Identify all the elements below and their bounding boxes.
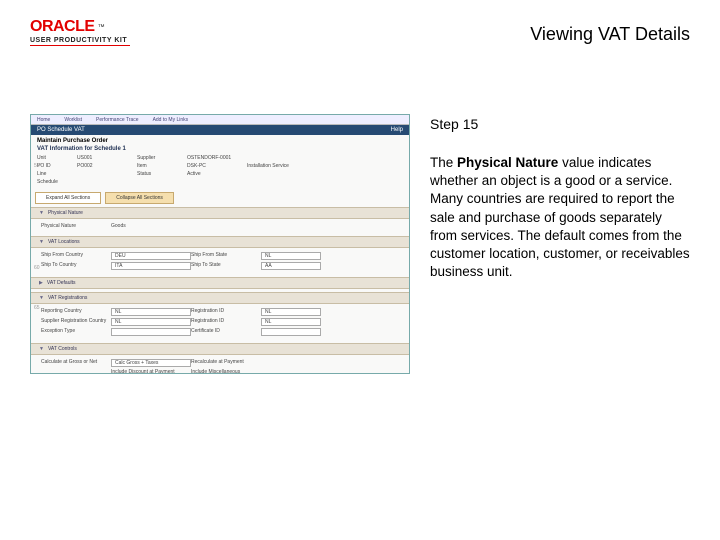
ss-nav-tabs: Home Worklist Performance Trace Add to M… <box>31 115 409 125</box>
ss-heading-block: Maintain Purchase Order VAT Information … <box>31 135 409 152</box>
ss-help-link[interactable]: Help <box>391 127 403 133</box>
shipfrom-country-input[interactable]: DEU <box>111 252 191 260</box>
ss-window-title: PO Schedule VAT Help <box>31 125 409 135</box>
certificate-id-label: Certificate ID <box>191 328 261 336</box>
ss-value-itemdesc: Installation Service <box>247 163 297 169</box>
ss-ruler-mark: 60 <box>34 265 40 271</box>
registration-id-label: Registration ID <box>191 308 261 316</box>
panel-physical-nature-title: Physical Nature <box>48 210 83 216</box>
ss-ruler-mark: 55* <box>34 163 42 169</box>
registration-id2-input[interactable]: NL <box>261 318 321 326</box>
panel-vat-locations-header[interactable]: ▼ VAT Locations <box>31 236 409 248</box>
exception-type-label: Exception Type <box>41 328 111 336</box>
kit-label: USER PRODUCTIVITY KIT <box>30 37 130 44</box>
brand-name: ORACLE <box>30 18 95 36</box>
ss-tab-home[interactable]: Home <box>37 117 50 123</box>
shipto-country-label: Ship To Country <box>41 262 111 270</box>
page-header: ORACLE ™ USER PRODUCTIVITY KIT Viewing V… <box>0 0 720 54</box>
include-discount-checkbox[interactable]: Include Discount at Payment <box>111 369 191 374</box>
ss-field-grid: Unit US001 Supplier OSTENDORF-0001 PO ID… <box>31 152 409 188</box>
shipto-country-input[interactable]: ITA <box>111 262 191 270</box>
expand-all-button[interactable]: Expand All Sections <box>35 192 101 204</box>
registration-id-input[interactable]: NL <box>261 308 321 316</box>
panel-vat-locations-body: Ship From Country DEU Ship From State NL… <box>31 248 409 274</box>
panel-vat-registrations-header[interactable]: ▼ VAT Registrations <box>31 292 409 304</box>
ss-value-supplier: OSTENDORF-0001 <box>187 155 247 161</box>
panel-vat-controls-header[interactable]: ▼ VAT Controls <box>31 343 409 355</box>
triangle-down-icon: ▼ <box>39 239 44 245</box>
shipfrom-state-input[interactable]: NL <box>261 252 321 260</box>
ss-value-poid: PO002 <box>77 163 137 169</box>
supplier-reg-country-input[interactable]: NL <box>111 318 191 326</box>
collapse-all-button[interactable]: Collapse All Sections <box>105 192 174 204</box>
brand-underline <box>30 45 130 46</box>
ss-title-text: PO Schedule VAT <box>37 127 85 133</box>
ss-label-line: Line <box>37 171 77 177</box>
calc-gross-label: Calculate at Gross or Net <box>41 359 111 367</box>
page-title: Viewing VAT Details <box>530 24 690 45</box>
trademark-icon: ™ <box>98 24 105 31</box>
desc-post: value indicates whether an object is a g… <box>430 155 690 279</box>
content-row: Home Worklist Performance Trace Add to M… <box>0 54 720 374</box>
ss-tab-worklist[interactable]: Worklist <box>64 117 82 123</box>
ss-ruler-mark: 65 <box>34 305 40 311</box>
panel-vat-controls-title: VAT Controls <box>48 346 77 352</box>
panel-vat-defaults-title: VAT Defaults <box>47 280 76 286</box>
calc-gross-select[interactable]: Calc Gross + Taxes <box>111 359 191 367</box>
exception-type-input[interactable] <box>111 328 191 336</box>
ss-tab-links[interactable]: Add to My Links <box>153 117 189 123</box>
panel-physical-nature-header[interactable]: ▼ Physical Nature <box>31 207 409 219</box>
instruction-column: Step 15 The Physical Nature value indica… <box>430 114 690 374</box>
include-misc-checkbox[interactable]: Include Miscellaneous <box>191 369 261 374</box>
shipfrom-country-label: Ship From Country <box>41 252 111 260</box>
desc-pre: The <box>430 155 457 170</box>
ss-label-unit: Unit <box>37 155 77 161</box>
ss-value-status: Active <box>187 171 247 177</box>
oracle-logo: ORACLE ™ <box>30 18 130 36</box>
step-description: The Physical Nature value indicates whet… <box>430 154 690 282</box>
recalc-payment-checkbox[interactable]: Recalculate at Payment <box>191 359 261 367</box>
shipto-state-label: Ship To State <box>191 262 261 270</box>
ss-section-controls: Expand All Sections Collapse All Section… <box>31 192 409 204</box>
reporting-country-label: Reporting Country <box>41 308 111 316</box>
ss-heading-main: Maintain Purchase Order <box>37 138 403 144</box>
step-label: Step 15 <box>430 116 690 132</box>
triangle-down-icon: ▼ <box>39 295 44 301</box>
ss-label-status: Status <box>137 171 187 177</box>
panel-vat-registrations-body: Reporting Country NL Registration ID NL … <box>31 304 409 340</box>
ss-label-item: Item <box>137 163 187 169</box>
brand-block: ORACLE ™ USER PRODUCTIVITY KIT <box>30 18 130 46</box>
supplier-reg-country-label: Supplier Registration Country <box>41 318 111 326</box>
ss-value-item: DSK-PC <box>187 163 247 169</box>
reporting-country-input[interactable]: NL <box>111 308 191 316</box>
panel-vat-registrations-title: VAT Registrations <box>48 295 87 301</box>
physical-nature-value: Goods <box>111 223 191 229</box>
triangle-down-icon: ▼ <box>39 210 44 216</box>
panel-vat-locations-title: VAT Locations <box>48 239 80 245</box>
triangle-right-icon: ▶ <box>39 280 43 286</box>
physical-nature-label: Physical Nature <box>41 223 111 229</box>
registration-id2-label: Registration ID <box>191 318 261 326</box>
desc-bold: Physical Nature <box>457 155 558 170</box>
panel-vat-controls-body: Calculate at Gross or Net Calc Gross + T… <box>31 355 409 374</box>
embedded-screenshot: Home Worklist Performance Trace Add to M… <box>30 114 410 374</box>
shipto-state-input[interactable]: AA <box>261 262 321 270</box>
triangle-down-icon: ▼ <box>39 346 44 352</box>
shipfrom-state-label: Ship From State <box>191 252 261 260</box>
certificate-id-input[interactable] <box>261 328 321 336</box>
ss-label-supplier: Supplier <box>137 155 187 161</box>
ss-label-schedule: Schedule <box>37 179 77 185</box>
ss-label-poid: PO ID <box>37 163 77 169</box>
ss-value-unit: US001 <box>77 155 137 161</box>
panel-physical-nature-body: Physical Nature Goods <box>31 219 409 233</box>
panel-vat-defaults-header[interactable]: ▶ VAT Defaults <box>31 277 409 289</box>
ss-tab-perf[interactable]: Performance Trace <box>96 117 139 123</box>
